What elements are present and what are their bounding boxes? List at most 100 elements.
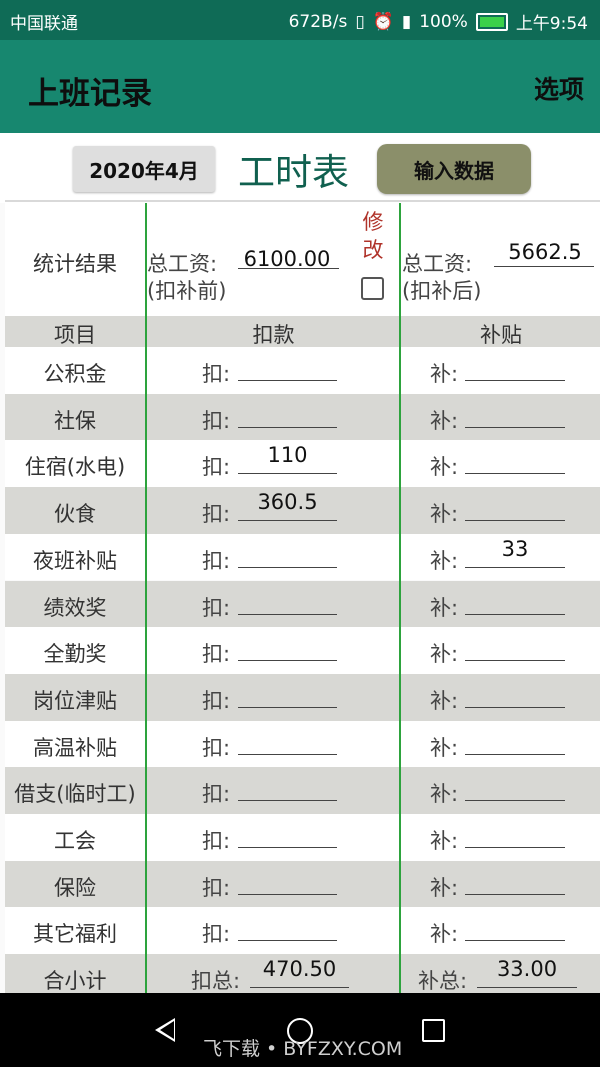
sheet-title: 工时表 bbox=[238, 151, 349, 194]
summary-label: 统计结果 bbox=[33, 252, 117, 276]
deduct-underline bbox=[238, 613, 337, 615]
deduct-prefix: 扣: bbox=[202, 735, 231, 760]
options-menu[interactable]: 选项 bbox=[534, 70, 584, 106]
subsidy-prefix: 补: bbox=[430, 408, 459, 433]
deduct-underline bbox=[238, 753, 337, 755]
gross-salary-note: (扣补前) bbox=[147, 279, 227, 303]
vibrate-icon: ▯ bbox=[355, 11, 365, 32]
header-subsidy: 补贴 bbox=[480, 323, 522, 347]
deduct-underline bbox=[238, 706, 337, 708]
deduct-prefix: 扣: bbox=[202, 548, 231, 573]
divider bbox=[5, 200, 600, 202]
deduct-prefix: 扣: bbox=[202, 595, 231, 620]
deduct-underline bbox=[238, 566, 337, 568]
row-label: 其它福利 bbox=[33, 922, 117, 947]
net-salary-underline bbox=[494, 266, 594, 267]
subsidy-underline bbox=[465, 566, 565, 568]
deduct-input[interactable]: 360.5 bbox=[238, 490, 337, 514]
row-label: 公积金 bbox=[43, 362, 107, 386]
row-label: 高温补贴 bbox=[33, 735, 117, 760]
subsidy-underline bbox=[465, 426, 565, 428]
deduct-underline bbox=[238, 473, 337, 475]
app-bar: 上班记录 选项 bbox=[0, 40, 600, 133]
subsidy-total-prefix: 补总: bbox=[418, 969, 468, 994]
deduct-total-prefix: 扣总: bbox=[191, 969, 241, 994]
deduct-prefix: 扣: bbox=[202, 782, 231, 807]
status-bar: 中国联通 672B/s ▯ ⏰ ▮ 100% 上午9:54 bbox=[0, 0, 600, 40]
subsidy-prefix: 补: bbox=[430, 362, 459, 386]
subsidy-total-value: 33.00 bbox=[496, 957, 558, 982]
gross-salary-underline bbox=[238, 268, 339, 269]
edit-label-1: 修 bbox=[362, 210, 384, 234]
deduct-prefix: 扣: bbox=[202, 408, 231, 433]
watermark: 飞下载 • BYFZXY.COM bbox=[203, 1038, 403, 1060]
subsidy-prefix: 补: bbox=[430, 455, 459, 480]
subsidy-prefix: 补: bbox=[430, 782, 459, 807]
subsidy-underline bbox=[465, 706, 565, 708]
subsidy-underline bbox=[465, 473, 565, 475]
status-right: 672B/s ▯ ⏰ ▮ 100% 上午9:54 bbox=[288, 9, 588, 35]
subsidy-prefix: 补: bbox=[430, 688, 459, 713]
subsidy-prefix: 补: bbox=[430, 595, 459, 620]
subsidy-prefix: 补: bbox=[430, 875, 459, 900]
net-salary-label: 总工资: bbox=[402, 252, 473, 276]
deduct-prefix: 扣: bbox=[202, 829, 231, 853]
deduct-underline bbox=[238, 800, 337, 802]
deduct-prefix: 扣: bbox=[202, 688, 231, 713]
deduct-prefix: 扣: bbox=[202, 455, 231, 480]
subsidy-underline bbox=[465, 660, 565, 662]
deduct-prefix: 扣: bbox=[202, 502, 231, 527]
subsidy-prefix: 补: bbox=[430, 548, 459, 573]
deduct-prefix: 扣: bbox=[202, 362, 231, 386]
subsidy-underline bbox=[465, 893, 565, 895]
deduct-underline bbox=[238, 660, 337, 662]
deduct-underline bbox=[238, 380, 337, 381]
subsidy-underline bbox=[465, 613, 565, 615]
row-label: 保险 bbox=[54, 875, 96, 900]
deduct-underline bbox=[238, 940, 337, 942]
subsidy-prefix: 补: bbox=[430, 642, 459, 667]
subsidy-underline bbox=[465, 940, 565, 942]
deduct-input[interactable]: 110 bbox=[238, 443, 337, 467]
recents-icon[interactable] bbox=[422, 1019, 445, 1042]
deduct-prefix: 扣: bbox=[202, 642, 231, 667]
battery-percent: 100% bbox=[419, 11, 468, 32]
column-divider bbox=[145, 203, 147, 993]
subsidy-prefix: 补: bbox=[430, 502, 459, 527]
month-picker-button[interactable]: 2020年4月 bbox=[73, 146, 215, 192]
net-salary-value[interactable]: 5662.5 bbox=[496, 240, 594, 264]
subsidy-total-underline bbox=[477, 987, 577, 989]
clock: 上午9:54 bbox=[515, 14, 588, 34]
subsidy-underline bbox=[465, 800, 565, 802]
deduct-total-value: 470.50 bbox=[262, 957, 337, 982]
network-speed: 672B/s bbox=[288, 11, 348, 32]
subsidy-prefix: 补: bbox=[430, 735, 459, 760]
deduct-underline bbox=[238, 426, 337, 428]
row-label: 绩效奖 bbox=[43, 595, 107, 620]
row-label: 住宿(水电) bbox=[24, 455, 126, 480]
back-icon-inner bbox=[160, 1021, 174, 1039]
deduct-underline bbox=[238, 520, 337, 522]
subsidy-input[interactable]: 33 bbox=[465, 537, 565, 561]
signal-icon: ▮ bbox=[401, 11, 412, 32]
subsidy-prefix: 补: bbox=[430, 922, 459, 947]
subsidy-prefix: 补: bbox=[430, 829, 459, 853]
subsidy-underline bbox=[465, 753, 565, 755]
alarm-icon: ⏰ bbox=[372, 11, 394, 32]
row-label: 夜班补贴 bbox=[33, 548, 117, 573]
subsidy-underline bbox=[465, 380, 565, 381]
row-label: 工会 bbox=[54, 829, 96, 853]
row-label: 岗位津贴 bbox=[33, 688, 117, 713]
deduct-prefix: 扣: bbox=[202, 875, 231, 900]
row-label: 伙食 bbox=[54, 502, 96, 527]
row-label: 社保 bbox=[54, 408, 96, 433]
subsidy-underline bbox=[465, 520, 565, 522]
input-data-button[interactable]: 输入数据 bbox=[377, 144, 531, 194]
edit-label-2: 改 bbox=[362, 238, 384, 262]
column-divider bbox=[399, 203, 401, 993]
edit-checkbox[interactable] bbox=[361, 277, 384, 300]
deduct-total-underline bbox=[250, 987, 349, 989]
row-label: 借支(临时工) bbox=[14, 782, 136, 807]
subsidy-underline bbox=[465, 847, 565, 848]
app-title: 上班记录 bbox=[28, 76, 152, 112]
